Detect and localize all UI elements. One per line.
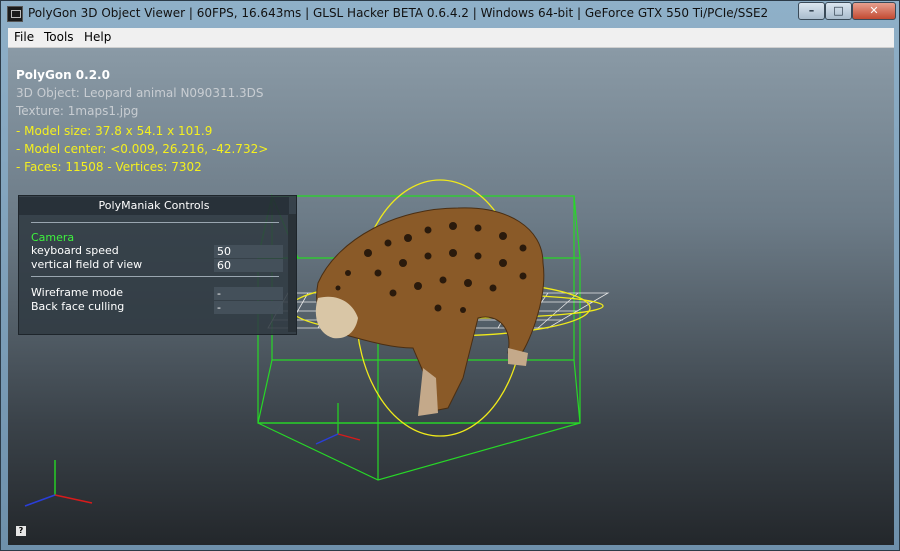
object-name-label: 3D Object: Leopard animal N090311.3DS: [16, 86, 264, 100]
leopard-model: [315, 207, 545, 416]
world-axis-gizmo: [24, 460, 93, 507]
back-face-culling-label: Back face culling: [31, 300, 125, 313]
panel-divider: [31, 276, 279, 277]
title-bar[interactable]: PolyGon 3D Object Viewer | 60FPS, 16.643…: [1, 1, 899, 27]
menu-help[interactable]: Help: [84, 30, 111, 44]
minimize-button[interactable]: –: [798, 2, 825, 20]
texture-name-label: Texture: 1maps1.jpg: [16, 104, 139, 118]
maximize-icon: □: [833, 4, 844, 17]
menu-tools[interactable]: Tools: [44, 30, 74, 44]
close-icon: ✕: [869, 4, 879, 17]
fov-field[interactable]: 60: [214, 259, 283, 272]
close-button[interactable]: ✕: [852, 2, 896, 20]
app-version-label: PolyGon 0.2.0: [16, 68, 110, 82]
fov-label: vertical field of view: [31, 258, 143, 271]
menu-file[interactable]: File: [14, 30, 34, 44]
window-title: PolyGon 3D Object Viewer | 60FPS, 16.643…: [28, 6, 769, 20]
back-face-culling-field[interactable]: -: [214, 301, 283, 314]
panel-divider: [31, 222, 279, 223]
keyboard-speed-label: keyboard speed: [31, 244, 119, 257]
help-icon[interactable]: ?: [16, 526, 26, 536]
maximize-button[interactable]: □: [825, 2, 852, 20]
wireframe-mode-label: Wireframe mode: [31, 286, 124, 299]
minimize-icon: –: [808, 4, 815, 17]
wireframe-mode-field[interactable]: -: [214, 287, 283, 300]
controls-panel[interactable]: PolyManiak Controls Camera keyboard spee…: [18, 195, 297, 335]
panel-scrollbar[interactable]: [288, 214, 296, 332]
model-center-label: - Model center: <0.009, 26.216, -42.732>: [16, 142, 269, 156]
app-window: PolyGon 3D Object Viewer | 60FPS, 16.643…: [0, 0, 900, 551]
3d-viewport[interactable]: PolyGon 0.2.0 3D Object: Leopard animal …: [8, 48, 894, 545]
controls-panel-title[interactable]: PolyManiak Controls: [19, 197, 289, 215]
model-size-label: - Model size: 37.8 x 54.1 x 101.9: [16, 124, 213, 138]
camera-section-label: Camera: [31, 231, 75, 244]
faces-vertices-label: - Faces: 11508 - Vertices: 7302: [16, 160, 202, 174]
keyboard-speed-field[interactable]: 50: [214, 245, 283, 258]
menu-bar: File Tools Help: [8, 28, 894, 48]
app-icon[interactable]: [7, 6, 23, 22]
